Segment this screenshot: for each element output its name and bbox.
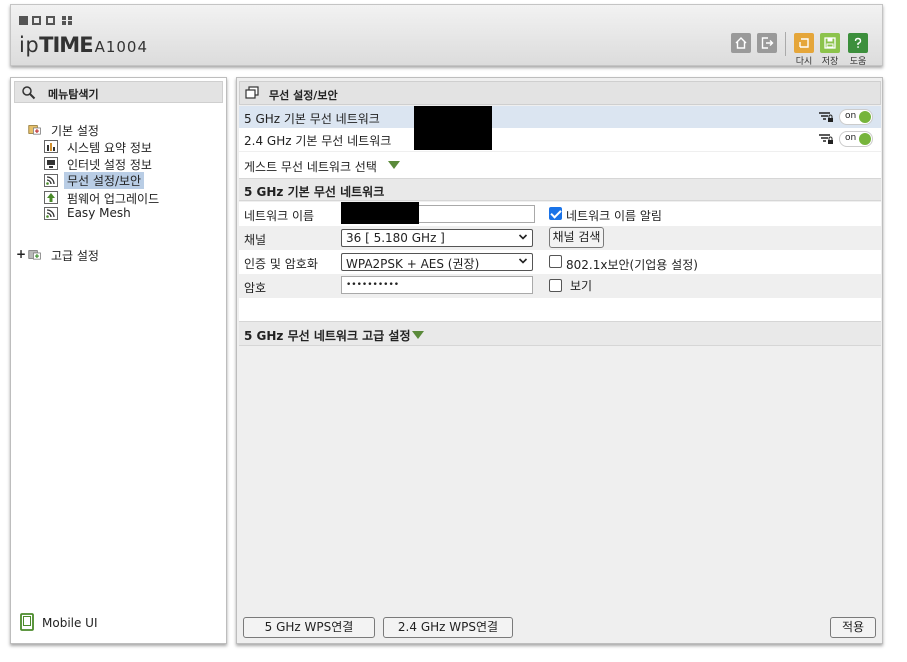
logout-button[interactable] bbox=[757, 33, 777, 53]
redacted-block bbox=[414, 106, 492, 128]
network-toggle-24ghz[interactable]: on bbox=[839, 131, 873, 147]
model-name: A1004 bbox=[94, 38, 148, 56]
enterprise-security-checkbox[interactable] bbox=[549, 255, 562, 268]
menu-explorer-title: 메뉴탐색기 bbox=[48, 88, 99, 101]
save-button[interactable] bbox=[820, 33, 840, 53]
basic-section-title: 5 GHz 기본 무선 네트워크 bbox=[244, 185, 385, 199]
wps-24ghz-button[interactable]: 2.4 GHz WPS연결 bbox=[383, 617, 513, 638]
channel-label: 채널 bbox=[244, 233, 267, 247]
reset-icon bbox=[799, 38, 809, 48]
brand-square-outline-icon bbox=[32, 16, 41, 25]
channel-select[interactable]: 36 [ 5.180 GHz ] bbox=[341, 229, 533, 247]
window-icon bbox=[245, 86, 259, 99]
computer-icon bbox=[44, 157, 58, 170]
help-button[interactable] bbox=[848, 33, 868, 53]
row-network-name: 네트워크 이름 네트워크 이름 알림 bbox=[239, 202, 881, 226]
broadcast-name-label: 네트워크 이름 알림 bbox=[566, 209, 662, 223]
brand-logo: ipTIME A1004 bbox=[19, 33, 148, 57]
toggle-knob bbox=[859, 133, 871, 145]
brand-square-outline-icon bbox=[46, 16, 55, 25]
panel-title-bar: 무선 설정/보안 bbox=[239, 81, 881, 105]
reset-label: 다시 bbox=[795, 57, 813, 67]
auth-select[interactable]: WPA2PSK + AES (권장) bbox=[341, 253, 533, 271]
mobile-phone-icon bbox=[20, 613, 34, 631]
toggle-knob bbox=[859, 111, 871, 123]
show-password-checkbox[interactable] bbox=[549, 279, 562, 292]
redacted-block bbox=[341, 202, 419, 224]
row-channel: 채널 36 [ 5.180 GHz ] 채널 검색 bbox=[239, 226, 881, 250]
tree-item-label: 무선 설정/보안 bbox=[64, 172, 145, 189]
network-row-24ghz[interactable]: 2.4 GHz 기본 무선 네트워크 on bbox=[239, 128, 881, 151]
chart-icon bbox=[44, 140, 58, 153]
tree-item-label: 인터넷 설정 정보 bbox=[67, 158, 152, 172]
tree-basic-settings[interactable]: 기본 설정 bbox=[51, 122, 99, 139]
wps-5ghz-button[interactable]: 5 GHz WPS연결 bbox=[243, 617, 375, 638]
chevron-down-icon bbox=[518, 234, 528, 240]
row-password: 암호 •••••••••• 보기 bbox=[239, 274, 881, 298]
guest-select-label: 게스트 무선 네트워크 선택 bbox=[244, 160, 377, 174]
network-name-label: 네트워크 이름 bbox=[244, 209, 315, 223]
spacer-row bbox=[239, 298, 881, 321]
save-label: 저장 bbox=[821, 57, 839, 67]
apply-button[interactable]: 적용 bbox=[830, 617, 876, 638]
reset-button[interactable] bbox=[794, 33, 814, 53]
row-auth-encryption: 인증 및 암호화 WPA2PSK + AES (권장) 802.1x보안(기업용… bbox=[239, 250, 881, 274]
magnifier-icon bbox=[22, 86, 36, 100]
tree-item-label: 시스템 요약 정보 bbox=[67, 141, 152, 155]
help-icon bbox=[854, 37, 862, 48]
logout-icon bbox=[761, 37, 774, 49]
tree-advanced-settings[interactable]: 고급 설정 bbox=[51, 247, 99, 264]
chevron-down-icon bbox=[518, 258, 528, 264]
mobile-ui-label: Mobile UI bbox=[42, 616, 98, 630]
guest-network-select[interactable]: 게스트 무선 네트워크 선택 bbox=[239, 152, 881, 178]
wireless-settings-panel: 무선 설정/보안 5 GHz 기본 무선 네트워크 on 2.4 GHz 기본 … bbox=[236, 77, 883, 644]
show-password-label: 보기 bbox=[570, 279, 593, 293]
folder-plus-icon[interactable] bbox=[28, 123, 42, 136]
channel-search-button[interactable]: 채널 검색 bbox=[549, 227, 604, 248]
tree-item-label: Easy Mesh bbox=[67, 206, 131, 220]
network-toggle-5ghz[interactable]: on bbox=[839, 109, 873, 125]
redacted-block bbox=[414, 128, 492, 150]
page-title: 무선 설정/보안 bbox=[269, 89, 338, 102]
auth-label: 인증 및 암호화 bbox=[244, 257, 318, 271]
network-label: 5 GHz 기본 무선 네트워크 bbox=[244, 112, 380, 126]
brand-dots-icon bbox=[62, 16, 73, 25]
help-label: 도움 bbox=[849, 57, 867, 67]
firmware-icon bbox=[44, 191, 58, 204]
wireless-icon bbox=[44, 207, 58, 220]
advanced-section-header[interactable]: 5 GHz 무선 네트워크 고급 설정 bbox=[239, 321, 881, 346]
home-button[interactable] bbox=[731, 33, 751, 53]
password-input[interactable]: •••••••••• bbox=[341, 276, 533, 294]
menu-explorer-panel: 메뉴탐색기 기본 설정 시스템 요약 정보 인터넷 설정 정보 무선 설정/보안… bbox=[10, 77, 227, 644]
wifi-lock-icon[interactable] bbox=[818, 111, 834, 123]
tree-item-label: 펌웨어 업그레이드 bbox=[67, 192, 160, 206]
menu-explorer-header: 메뉴탐색기 bbox=[14, 81, 223, 103]
wifi-lock-icon[interactable] bbox=[818, 133, 834, 145]
top-header: ipTIME A1004 다시 저장 도움 bbox=[10, 4, 883, 67]
expand-arrow-icon bbox=[412, 331, 424, 339]
expand-arrow-icon bbox=[388, 161, 400, 169]
save-icon bbox=[824, 37, 836, 49]
enterprise-security-label: 802.1x보안(기업용 설정) bbox=[566, 258, 698, 272]
basic-section-header: 5 GHz 기본 무선 네트워크 bbox=[239, 178, 881, 201]
network-label: 2.4 GHz 기본 무선 네트워크 bbox=[244, 134, 392, 148]
network-row-5ghz[interactable]: 5 GHz 기본 무선 네트워크 on bbox=[239, 106, 881, 128]
expand-icon[interactable]: + bbox=[16, 247, 26, 261]
header-divider bbox=[785, 32, 786, 56]
advanced-section-title: 5 GHz 무선 네트워크 고급 설정 bbox=[244, 329, 411, 343]
home-icon bbox=[735, 37, 747, 49]
password-label: 암호 bbox=[244, 281, 267, 295]
folder-plus-icon[interactable] bbox=[28, 248, 42, 261]
brand-square-icon bbox=[19, 16, 28, 25]
broadcast-name-checkbox[interactable] bbox=[549, 207, 562, 220]
wireless-icon bbox=[44, 174, 58, 187]
